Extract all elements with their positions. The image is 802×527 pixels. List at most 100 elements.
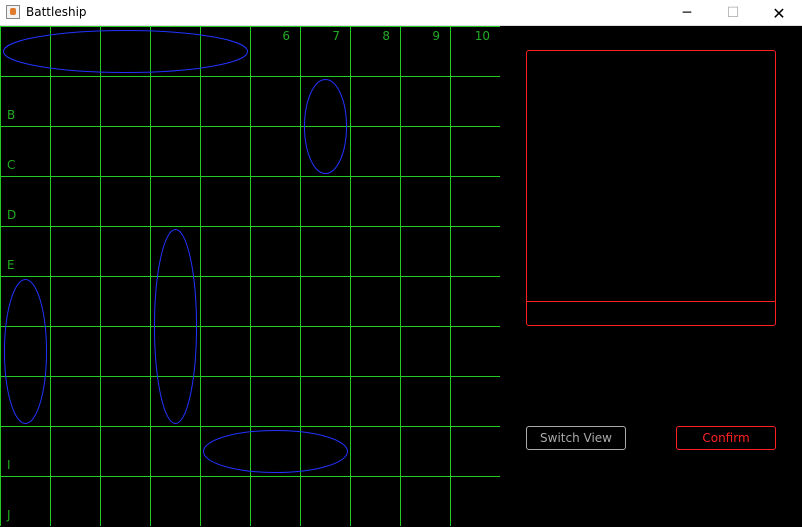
board-cell[interactable] xyxy=(200,326,251,377)
board-cell[interactable] xyxy=(450,76,501,127)
board-cell[interactable] xyxy=(250,426,301,477)
board-cell[interactable] xyxy=(100,326,151,377)
board-cell[interactable] xyxy=(100,226,151,277)
board-cell[interactable] xyxy=(400,376,451,427)
board-cell[interactable] xyxy=(100,376,151,427)
board-cell[interactable] xyxy=(100,176,151,227)
board-cell[interactable] xyxy=(50,76,101,127)
board-cell[interactable] xyxy=(150,276,201,327)
board-cell[interactable] xyxy=(250,326,301,377)
board-cell[interactable] xyxy=(350,376,401,427)
row-label: J xyxy=(6,508,11,522)
game-board[interactable]: 6 7 8 9 10 B C D E I J xyxy=(0,26,500,526)
board-cell[interactable] xyxy=(200,426,251,477)
switch-view-button[interactable]: Switch View xyxy=(526,426,626,450)
board-cell[interactable] xyxy=(350,126,401,177)
board-cell[interactable] xyxy=(200,76,251,127)
board-cell[interactable] xyxy=(400,176,451,227)
board-cell[interactable] xyxy=(350,226,401,277)
message-input-field[interactable] xyxy=(527,301,775,325)
board-cell[interactable] xyxy=(50,376,101,427)
board-cell[interactable] xyxy=(250,226,301,277)
board-cell[interactable] xyxy=(450,476,501,527)
board-cell[interactable] xyxy=(200,276,251,327)
board-cell[interactable] xyxy=(0,26,51,77)
board-cell[interactable] xyxy=(300,426,351,477)
board-cell[interactable] xyxy=(400,426,451,477)
board-cell[interactable] xyxy=(450,376,501,427)
board-cell[interactable] xyxy=(200,476,251,527)
board-cell[interactable] xyxy=(400,476,451,527)
maximize-button[interactable]: ☐ xyxy=(710,0,756,26)
board-cell[interactable] xyxy=(50,176,101,227)
board-cell[interactable] xyxy=(350,426,401,477)
board-cell[interactable] xyxy=(350,326,401,377)
board-cell[interactable] xyxy=(300,26,351,77)
board-cell[interactable] xyxy=(450,126,501,177)
board-cell[interactable] xyxy=(400,326,451,377)
board-cell[interactable] xyxy=(450,326,501,377)
board-cell[interactable] xyxy=(50,226,101,277)
board-cell[interactable] xyxy=(150,76,201,127)
board-cell[interactable] xyxy=(350,476,401,527)
board-cell[interactable] xyxy=(450,176,501,227)
board-cell[interactable] xyxy=(250,176,301,227)
board-cell[interactable] xyxy=(100,76,151,127)
board-cell[interactable] xyxy=(100,476,151,527)
board-cell[interactable] xyxy=(300,326,351,377)
board-cell[interactable] xyxy=(450,426,501,477)
board-cell[interactable] xyxy=(400,276,451,327)
board-cell[interactable] xyxy=(450,226,501,277)
board-cell[interactable] xyxy=(0,326,51,377)
board-cell[interactable] xyxy=(150,226,201,277)
ship[interactable] xyxy=(3,30,248,73)
ship[interactable] xyxy=(4,279,47,424)
board-cell[interactable] xyxy=(250,476,301,527)
board-cell[interactable] xyxy=(350,26,401,77)
board-cell[interactable] xyxy=(100,276,151,327)
board-cell[interactable] xyxy=(250,126,301,177)
board-cell[interactable] xyxy=(250,276,301,327)
ship[interactable] xyxy=(203,430,348,473)
confirm-button[interactable]: Confirm xyxy=(676,426,776,450)
board-cell[interactable] xyxy=(0,276,51,327)
board-cell[interactable] xyxy=(250,76,301,127)
board-cell[interactable] xyxy=(100,26,151,77)
board-cell[interactable] xyxy=(400,226,451,277)
board-cell[interactable] xyxy=(50,426,101,477)
close-button[interactable]: ✕ xyxy=(756,0,802,26)
board-cell[interactable] xyxy=(50,126,101,177)
board-cell[interactable] xyxy=(50,276,101,327)
board-cell[interactable] xyxy=(200,126,251,177)
board-cell[interactable] xyxy=(150,176,201,227)
board-cell[interactable] xyxy=(200,376,251,427)
minimize-button[interactable]: ─ xyxy=(664,0,710,26)
board-cell[interactable] xyxy=(300,226,351,277)
board-cell[interactable] xyxy=(150,476,201,527)
board-cell[interactable] xyxy=(300,476,351,527)
board-cell[interactable] xyxy=(400,76,451,127)
board-cell[interactable] xyxy=(50,476,101,527)
board-cell[interactable] xyxy=(200,176,251,227)
board-cell[interactable] xyxy=(250,26,301,77)
board-cell[interactable] xyxy=(350,276,401,327)
board-cell[interactable] xyxy=(350,76,401,127)
board-cell[interactable] xyxy=(100,426,151,477)
board-cell[interactable] xyxy=(100,126,151,177)
board-cell[interactable] xyxy=(250,376,301,427)
board-cell[interactable] xyxy=(400,126,451,177)
board-cell[interactable] xyxy=(300,276,351,327)
board-cell[interactable] xyxy=(150,326,201,377)
board-cell[interactable] xyxy=(300,376,351,427)
board-cell[interactable] xyxy=(350,176,401,227)
board-cell[interactable] xyxy=(200,226,251,277)
board-cell[interactable] xyxy=(450,276,501,327)
board-cell[interactable] xyxy=(150,376,201,427)
board-cell[interactable] xyxy=(150,426,201,477)
board-cell[interactable] xyxy=(50,326,101,377)
board-cell[interactable] xyxy=(300,176,351,227)
board-cell[interactable] xyxy=(0,376,51,427)
board-cell[interactable] xyxy=(400,26,451,77)
board-cell[interactable] xyxy=(200,26,251,77)
board-cell[interactable] xyxy=(150,126,201,177)
